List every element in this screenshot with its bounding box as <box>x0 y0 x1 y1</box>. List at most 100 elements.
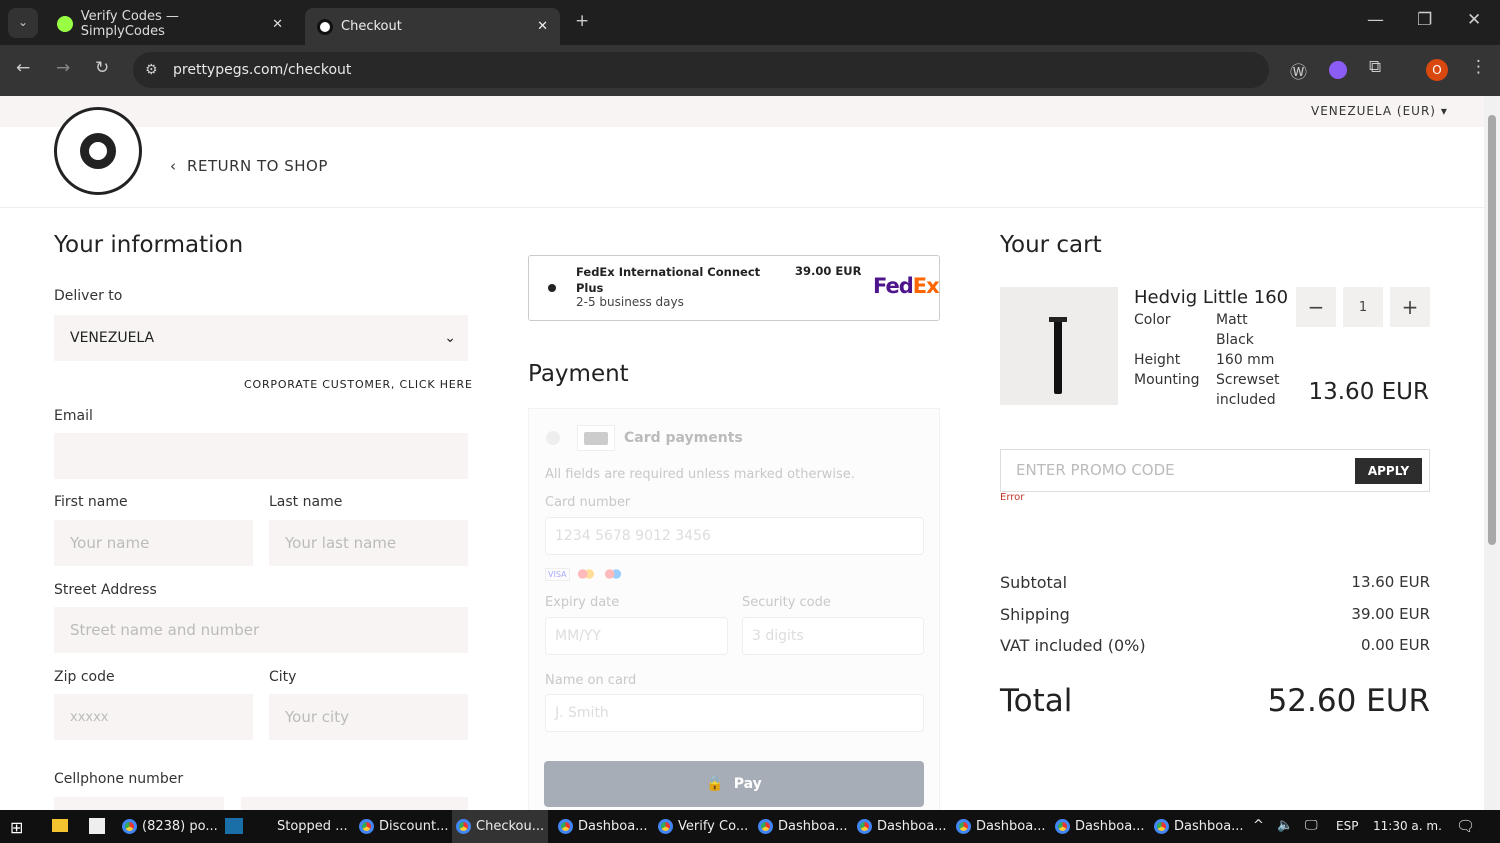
app-icon[interactable] <box>225 818 243 834</box>
store-icon[interactable] <box>89 818 105 834</box>
taskbar-item[interactable]: Verify Co... <box>654 810 752 843</box>
network-icon[interactable]: 🖵 <box>1305 818 1318 833</box>
quantity-input[interactable]: 1 <box>1343 287 1383 327</box>
taskbar-item[interactable]: Discount... <box>355 810 452 843</box>
name-on-card-input[interactable]: J. Smith <box>545 694 924 732</box>
restore-icon[interactable]: ❐ <box>1417 10 1432 30</box>
currency-label: VENEZUELA (EUR) <box>1311 104 1436 118</box>
clock[interactable]: 11:30 a. m. <box>1373 819 1442 833</box>
taskbar-item[interactable]: Dashboa... <box>1150 810 1248 843</box>
taskbar-item[interactable]: Dashboa... <box>853 810 951 843</box>
expiry-input[interactable]: MM/YY <box>545 617 728 655</box>
chrome-icon <box>1154 819 1169 834</box>
deliver-label: Deliver to <box>54 288 123 304</box>
close-window-icon[interactable]: ✕ <box>1467 10 1481 30</box>
prettypegs-icon <box>317 18 333 35</box>
last-name-input[interactable]: Your last name <box>269 520 468 566</box>
taskbar-label: (8238) po... <box>142 819 218 834</box>
extensions-puzzle-icon[interactable]: ⧉ <box>1369 57 1381 77</box>
chrome-icon <box>758 819 773 834</box>
taskbar-item[interactable]: Stopped ... <box>258 810 352 843</box>
card-number-input[interactable]: 1234 5678 9012 3456 <box>545 517 924 555</box>
new-tab-icon[interactable]: + <box>575 11 589 31</box>
card-brands: VISA <box>545 568 624 581</box>
scrollbar-thumb[interactable] <box>1488 115 1496 545</box>
phone-prefix-input[interactable] <box>54 797 224 810</box>
shipping-label: Shipping <box>1000 605 1070 624</box>
logo-mark-icon <box>80 133 116 169</box>
tab-verify-codes[interactable]: Verify Codes — SimplyCodes ✕ <box>45 8 295 40</box>
phone-input[interactable] <box>241 797 468 810</box>
currency-selector[interactable]: VENEZUELA (EUR) ▾ <box>1311 104 1448 118</box>
expiry-label: Expiry date <box>545 595 620 610</box>
taskbar-label: Verify Co... <box>678 819 749 834</box>
taskbar-item[interactable]: Dashboa... <box>754 810 852 843</box>
city-input[interactable]: Your city <box>269 694 468 740</box>
first-name-label: First name <box>54 494 128 510</box>
taskbar-item[interactable]: (8238) po... <box>118 810 222 843</box>
taskbar-label: Discount... <box>379 819 449 834</box>
last-name-label: Last name <box>269 494 343 510</box>
total-label: Total <box>1000 683 1073 719</box>
cart-title: Your cart <box>1000 232 1102 258</box>
reload-icon[interactable]: ↻ <box>95 58 109 78</box>
close-tab-icon[interactable]: ✕ <box>272 17 283 32</box>
promo-code-input[interactable]: ENTER PROMO CODE APPLY <box>1000 449 1430 492</box>
increase-quantity-button[interactable]: + <box>1390 287 1430 327</box>
corporate-customer-link[interactable]: CORPORATE CUSTOMER, CLICK HERE <box>244 378 473 391</box>
decrease-quantity-button[interactable]: − <box>1296 287 1336 327</box>
back-icon[interactable]: ← <box>16 58 30 78</box>
windows-start-icon[interactable]: ⊞ <box>10 818 23 837</box>
menu-icon[interactable]: ⋮ <box>1470 57 1487 77</box>
address-bar[interactable]: ⚙ prettypegs.com/checkout <box>133 52 1269 88</box>
minimize-icon[interactable]: — <box>1367 10 1384 30</box>
shipping-option[interactable]: FedEx International Connect Plus 2-5 bus… <box>528 255 940 321</box>
simplycodes-icon <box>57 16 73 32</box>
total-value: 52.60 EUR <box>1267 683 1430 719</box>
tab-label: Verify Codes — SimplyCodes <box>80 9 179 39</box>
apply-button[interactable]: APPLY <box>1355 458 1422 484</box>
chrome-icon <box>956 819 971 834</box>
email-input[interactable] <box>54 433 468 479</box>
zip-input[interactable]: xxxxx <box>54 694 253 740</box>
chrome-icon <box>658 819 673 834</box>
return-to-shop-link[interactable]: ‹ RETURN TO SHOP <box>170 157 328 175</box>
taskbar-item[interactable]: Dashboa... <box>952 810 1050 843</box>
chrome-icon <box>558 819 573 834</box>
profile-avatar[interactable]: O <box>1426 59 1448 81</box>
close-tab-icon[interactable]: ✕ <box>537 19 548 34</box>
tray-chevron-icon[interactable]: ^ <box>1253 818 1264 833</box>
taskbar: ⊞ (8238) po... Stopped ... Discount... C… <box>0 810 1500 843</box>
notifications-icon[interactable]: 🗨 <box>1456 817 1475 835</box>
taskbar-item[interactable]: Dashboa... <box>554 810 652 843</box>
taskbar-item[interactable]: Dashboa... <box>1051 810 1149 843</box>
taskbar-item[interactable]: Checkou... <box>452 810 549 843</box>
language-indicator[interactable]: ESP <box>1336 819 1358 833</box>
taskbar-label: Stopped ... <box>277 819 348 834</box>
country-select[interactable]: VENEZUELA ⌄ <box>54 315 468 361</box>
attr-value: Matt Black <box>1216 312 1254 348</box>
first-name-input[interactable]: Your name <box>54 520 253 566</box>
return-label: RETURN TO SHOP <box>187 157 328 175</box>
card-radio[interactable] <box>546 431 560 445</box>
taskbar-label: Checkou... <box>476 819 545 834</box>
volume-icon[interactable]: 🔈 <box>1277 818 1293 833</box>
logo[interactable] <box>54 107 142 195</box>
vat-value: 0.00 EUR <box>1360 636 1430 654</box>
section-title: Your information <box>54 232 244 258</box>
tab-search-button[interactable]: ⌄ <box>8 8 38 38</box>
chevron-down-icon: ⌄ <box>444 330 456 346</box>
checkout-page: VENEZUELA (EUR) ▾ ‹ RETURN TO SHOP Your … <box>0 96 1484 810</box>
security-code-input[interactable]: 3 digits <box>742 617 924 655</box>
street-input[interactable]: Street name and number <box>54 607 468 653</box>
file-explorer-icon[interactable] <box>52 819 68 832</box>
card-payments-label: Card payments <box>624 430 743 446</box>
taskbar-label: Dashboa... <box>976 819 1046 834</box>
extension-w-icon[interactable]: Ⓦ <box>1290 58 1307 83</box>
tab-checkout[interactable]: Checkout ✕ <box>305 8 560 45</box>
forward-icon[interactable]: → <box>56 58 70 78</box>
site-info-icon[interactable]: ⚙ <box>145 62 158 78</box>
extension-icon[interactable] <box>1329 61 1347 79</box>
pay-button[interactable]: 🔒 Pay <box>544 761 924 807</box>
shipping-value: 39.00 EUR <box>1351 605 1430 623</box>
